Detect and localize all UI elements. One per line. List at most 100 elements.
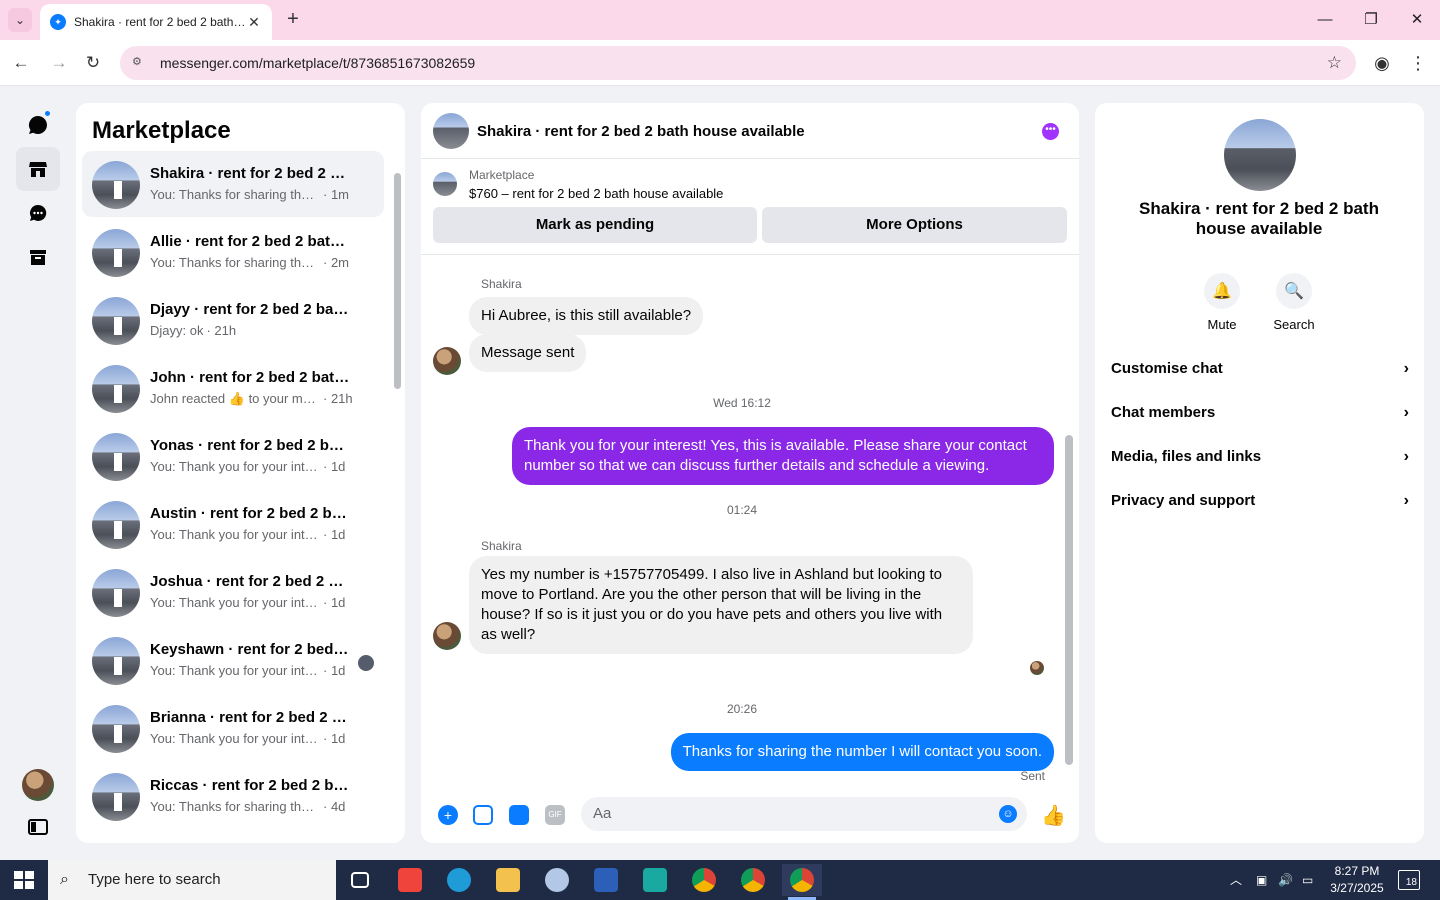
toggle-sidebar-button[interactable] [16,805,60,849]
chrome-messenger-icon[interactable] [782,864,822,900]
info-avatar[interactable] [1224,119,1296,191]
listing-category: Marketplace [469,168,535,182]
minimize-icon[interactable]: — [1310,8,1340,32]
conversation-time: · 1d [323,527,346,542]
conversation-name: Allie · rent for 2 bed 2 bath house avai… [150,233,350,250]
unread-badge [43,109,52,118]
close-window-icon[interactable]: ✕ [1402,8,1432,32]
conversation-item[interactable]: Allie · rent for 2 bed 2 bath house avai… [82,219,384,285]
conversation-preview-line: You: Thank you for your interest! · 1d [150,731,360,746]
maximize-icon[interactable]: ❐ [1356,8,1386,32]
reload-icon[interactable]: ↻ [80,50,106,76]
word-icon[interactable] [586,864,626,896]
windows-start-icon[interactable] [14,871,34,889]
photos-icon[interactable] [537,864,577,896]
taskbar-search[interactable]: ⌕ Type here to search [48,860,336,900]
list-scrollbar[interactable] [393,159,401,839]
conversation-item[interactable]: Yonas · rent for 2 bed 2 bath house avai… [82,423,384,489]
network-icon[interactable]: ▭ [1302,860,1313,900]
conversation-preview: You: Thank you for your interest! [150,731,320,746]
incoming-message[interactable]: Yes my number is +15757705499. I also li… [469,556,973,654]
chat-title[interactable]: Shakira · rent for 2 bed 2 bath house av… [477,123,805,140]
bookmark-star-icon[interactable]: ☆ [1327,53,1342,73]
outgoing-message[interactable]: Thank you for your interest! Yes, this i… [512,427,1054,485]
incoming-message[interactable]: Hi Aubree, is this still available? [469,297,704,335]
conversation-name: Austin · rent for 2 bed 2 bath house ava… [150,505,350,522]
chat-avatar[interactable] [433,113,469,149]
list-scrollbar-thumb[interactable] [394,173,401,389]
archive-nav-button[interactable] [16,235,60,279]
conversation-item[interactable]: John · rent for 2 bed 2 bath house avail… [82,355,384,421]
requests-nav-button[interactable] [16,191,60,235]
address-bar[interactable]: ⚙ messenger.com/marketplace/t/8736851673… [120,46,1356,80]
notifications-icon[interactable]: 18 [1398,870,1420,890]
thumbs-up-icon[interactable]: 👍 [1041,803,1066,828]
conversation-name: John · rent for 2 bed 2 bath house avail… [150,369,350,386]
tab-close-icon[interactable]: ✕ [246,14,262,31]
search-button[interactable]: 🔍 Search [1264,273,1324,332]
emoji-icon[interactable]: ☺ [999,805,1017,823]
meet-icon[interactable]: ▣ [1256,860,1267,900]
conversation-preview: You: Thank you for your interest! [150,663,320,678]
marketplace-nav-button[interactable] [16,147,60,191]
media-files-links-row[interactable]: Media, files and links › [1111,441,1409,473]
conversation-time: · 2m [323,255,349,270]
anydesk-icon[interactable] [390,864,430,896]
conversation-item[interactable]: Riccas · rent for 2 bed 2 bath house ava… [82,763,384,829]
sender-avatar[interactable] [433,622,461,650]
profile-icon[interactable]: ◉ [1370,51,1394,75]
conversation-preview-line: You: Thank you for your interest! · 1d [150,663,360,678]
back-icon[interactable]: ← [8,50,34,76]
timestamp: 20:26 [726,702,758,716]
new-tab-button[interactable]: + [282,8,304,32]
edge-icon[interactable] [439,864,479,896]
chat-scrollbar[interactable] [1065,259,1073,779]
site-info-icon[interactable]: ⚙ [132,55,148,71]
tab-search-button[interactable]: ⌄ [8,8,32,32]
conversation-name: Yonas · rent for 2 bed 2 bath house avai… [150,437,350,454]
outgoing-message[interactable]: Thanks for sharing the number I will con… [670,733,1054,771]
chat-panel: Shakira · rent for 2 bed 2 bath house av… [421,103,1079,843]
conversation-item[interactable]: Shakira · rent for 2 bed 2 bath house av… [82,151,384,217]
conversation-info-panel: Shakira · rent for 2 bed 2 bath house av… [1095,103,1424,843]
listing-thumbnail[interactable] [433,172,457,196]
chrome-profile-icon[interactable] [733,864,773,896]
conversation-time: · 21h [323,391,353,406]
incoming-message[interactable]: Message sent [469,334,587,372]
sticker-icon[interactable] [509,805,529,825]
message-input[interactable]: Aa ☺ [581,797,1027,831]
conversation-preview-line: You: Thank you for your interest! · 1d [150,595,360,610]
browser-menu-icon[interactable]: ⋮ [1406,51,1430,75]
conversation-item[interactable]: Brianna · rent for 2 bed 2 bath house av… [82,695,384,761]
add-actions-icon[interactable]: + [438,805,458,825]
conversation-item[interactable]: Austin · rent for 2 bed 2 bath house ava… [82,491,384,557]
listing-price[interactable]: $760 – rent for 2 bed 2 bath house avail… [469,186,723,201]
taskbar-clock[interactable]: 8:27 PM 3/27/2025 [1320,863,1394,897]
forward-icon[interactable]: → [46,50,72,76]
task-view-icon[interactable] [340,864,380,896]
app-s-icon[interactable] [635,864,675,896]
chats-nav-button[interactable] [16,103,60,147]
sender-avatar[interactable] [433,347,461,375]
chrome-icon[interactable] [684,864,724,896]
conversation-info-icon[interactable]: ••• [1042,123,1059,140]
volume-icon[interactable]: 🔊 [1278,860,1293,900]
conversation-item[interactable]: Djayy · rent for 2 bed 2 bath house avai… [82,287,384,353]
chevron-right-icon: › [1403,448,1409,465]
chat-members-row[interactable]: Chat members › [1111,397,1409,429]
show-hidden-icons[interactable]: ︿ [1230,860,1242,900]
chat-scrollbar-thumb[interactable] [1065,435,1073,765]
mark-pending-button[interactable]: Mark as pending [433,207,757,243]
sidebar-toggle-icon [28,819,48,835]
gif-icon[interactable]: GIF [545,805,565,825]
conversation-item[interactable]: Keyshawn · rent for 2 bed 2 bath house a… [82,627,384,693]
attach-image-icon[interactable] [473,805,493,825]
account-avatar[interactable] [16,763,60,807]
customise-chat-row[interactable]: Customise chat › [1111,353,1409,385]
more-options-button[interactable]: More Options [762,207,1067,243]
mute-button[interactable]: 🔔 Mute [1192,273,1252,332]
privacy-support-row[interactable]: Privacy and support › [1111,485,1409,517]
conversation-item[interactable]: Joshua · rent for 2 bed 2 bath house ava… [82,559,384,625]
browser-tab-active[interactable]: ✦ Shakira · rent for 2 bed 2 bath house … [40,4,272,40]
file-explorer-icon[interactable] [488,864,528,896]
